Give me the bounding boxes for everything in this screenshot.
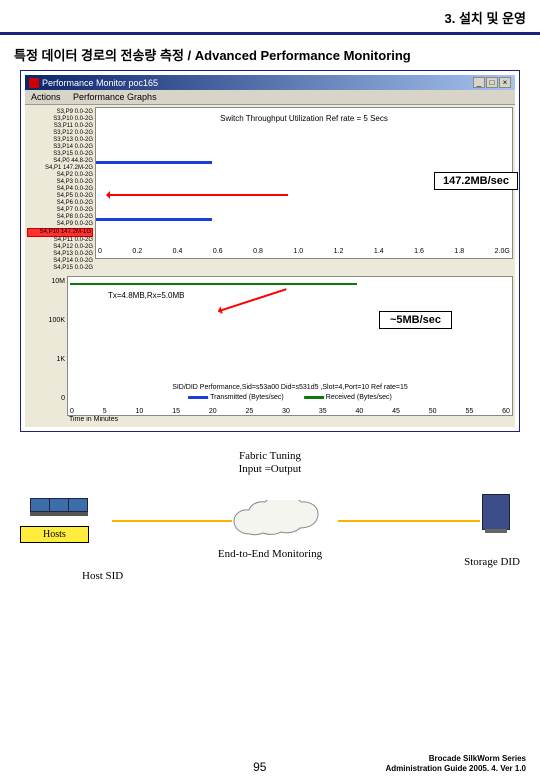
window: Performance Monitor poc165 _ □ × Actions… (25, 75, 515, 427)
chart2-legend: Transmitted (Bytes/sec) Received (Bytes/… (188, 394, 392, 401)
rx-line (70, 283, 357, 285)
callout-arrow-2 (219, 288, 286, 312)
window-menubar: Actions Performance Graphs (25, 90, 515, 105)
host-icon (68, 498, 88, 516)
topology-diagram: Fabric Tuning Input =Output Hosts End-to… (20, 450, 520, 600)
bar-s4p10 (96, 218, 212, 221)
port-label: S4,P8 0.0-2G (27, 214, 93, 221)
port-label: S3,P14 0.0-2G (27, 144, 93, 151)
port-label: S4,P10 147.2M-1G (27, 228, 93, 237)
port-label: S3,P12 0.0-2G (27, 130, 93, 137)
port-label: S4,P2 0.0-2G (27, 172, 93, 179)
port-label: S4,P15 0.0-2G (27, 265, 93, 272)
port-label: S3,P13 0.0-2G (27, 137, 93, 144)
host-icon (49, 498, 69, 516)
port-label: S4,P6 0.0-2G (27, 200, 93, 207)
port-label: S4,P11 0.0-2G (27, 237, 93, 244)
section-title: 특정 데이터 경로의 전송량 측정 / Advanced Performance… (0, 35, 540, 70)
host-sid-label: Host SID (82, 570, 123, 582)
port-label: S3,P15 0.0-2G (27, 151, 93, 158)
x-axis-2: 051015202530354045505560 (68, 408, 512, 415)
throughput-plot: Switch Throughput Utilization Ref rate =… (95, 107, 513, 259)
x-axis-2-label: Time in Minutes (27, 416, 513, 425)
chapter-header: 3. 설치 및 운영 (0, 0, 540, 35)
port-label: S4,P7 0.0-2G (27, 207, 93, 214)
host-icon (30, 498, 50, 516)
callout-throughput: 147.2MB/sec (434, 172, 518, 190)
port-labels: S3,P9 0.0-2GS3,P10 0.0-2GS3,P11 0.0-2GS3… (27, 107, 95, 274)
fabric-cloud-icon (230, 500, 340, 544)
port-label: S4,P9 0.0-2G (27, 221, 93, 228)
callout-rate: ~5MB/sec (379, 311, 452, 329)
storage-did-label: Storage DID (464, 556, 520, 568)
sid-did-plot: Tx=4.8MB,Rx=5.0MB ~5MB/sec SID/DID Perfo… (67, 276, 513, 416)
e2e-label: End-to-End Monitoring (218, 548, 322, 560)
link-fabric-storage (338, 520, 480, 522)
port-label: S4,P12 0.0-2G (27, 244, 93, 251)
window-titlebar: Performance Monitor poc165 _ □ × (25, 75, 515, 90)
port-label: S4,P5 0.0-2G (27, 193, 93, 200)
fabric-tuning-label: Fabric Tuning Input =Output (239, 450, 302, 476)
throughput-chart: S3,P9 0.0-2GS3,P10 0.0-2GS3,P11 0.0-2GS3… (27, 107, 513, 274)
close-button[interactable]: × (499, 77, 511, 88)
port-label: S4,P1 147.2M-2G (27, 165, 93, 172)
port-label: S3,P9 0.0-2G (27, 109, 93, 116)
y-axis-2: 10M100K1K0 (27, 276, 67, 416)
legend-rx: Received (Bytes/sec) (326, 394, 392, 401)
page-footer: 95 Brocade SilkWorm Series Administratio… (0, 754, 540, 774)
port-label: S4,P14 0.0-2G (27, 258, 93, 265)
minimize-button[interactable]: _ (473, 77, 485, 88)
txrx-annotation: Tx=4.8MB,Rx=5.0MB (108, 291, 184, 300)
callout-arrow-1 (108, 194, 288, 196)
menu-performance-graphs[interactable]: Performance Graphs (73, 92, 157, 102)
port-label: S4,P3 0.0-2G (27, 179, 93, 186)
window-title: Performance Monitor poc165 (42, 78, 158, 88)
hosts-label: Hosts (20, 526, 89, 543)
legend-tx: Transmitted (Bytes/sec) (210, 394, 284, 401)
app-icon (29, 78, 39, 88)
storage-icon (482, 494, 510, 530)
footer-credits: Brocade SilkWorm Series Administration G… (386, 754, 527, 774)
maximize-button[interactable]: □ (486, 77, 498, 88)
chart1-title: Switch Throughput Utilization Ref rate =… (220, 114, 388, 123)
menu-actions[interactable]: Actions (31, 92, 61, 102)
chart2-caption: SID/DID Performance,Sid=s53a00 Did=s531d… (90, 384, 490, 391)
sid-did-chart: 10M100K1K0 Tx=4.8MB,Rx=5.0MB ~5MB/sec SI… (27, 276, 513, 416)
link-hosts-fabric (112, 520, 232, 522)
port-label: S3,P11 0.0-2G (27, 123, 93, 130)
perfmon-screenshot: Performance Monitor poc165 _ □ × Actions… (20, 70, 520, 432)
port-label: S4,P0 44.8-2G (27, 158, 93, 165)
port-label: S3,P10 0.0-2G (27, 116, 93, 123)
bar-s4p1 (96, 161, 212, 164)
hosts-group (30, 498, 84, 516)
page-number: 95 (134, 760, 386, 774)
port-label: S4,P4 0.0-2G (27, 186, 93, 193)
x-axis-1: 00.20.40.60.81.01.21.41.61.82.0G (96, 248, 512, 258)
port-label: S4,P13 0.0-2G (27, 251, 93, 258)
chapter-title: 3. 설치 및 운영 (445, 11, 526, 26)
